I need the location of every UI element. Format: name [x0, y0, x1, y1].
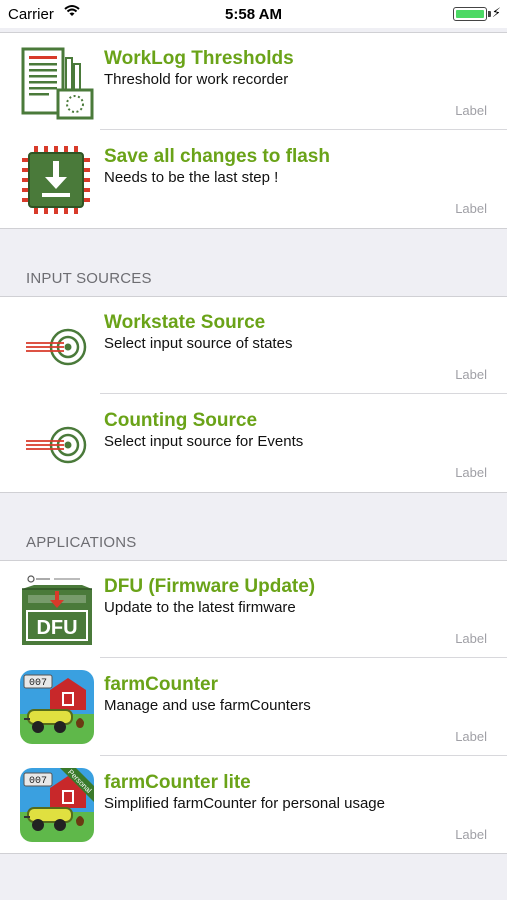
item-subtitle: Threshold for work recorder — [104, 71, 289, 88]
divider — [0, 492, 507, 493]
dfu-icon-text: DFU — [36, 617, 77, 639]
item-subtitle: Update to the latest firmware — [104, 599, 296, 616]
item-subtitle: Needs to be the last step ! — [104, 169, 279, 186]
item-title: farmCounter — [104, 674, 219, 695]
list-item-farmcounter[interactable]: 007 farmCounter Manage and use farmCount… — [0, 659, 507, 756]
row-separator — [100, 129, 507, 130]
row-separator — [100, 657, 507, 658]
item-title: Workstate Source — [104, 312, 266, 333]
list-item-worklog-thresholds[interactable]: WorkLog Thresholds Threshold for work re… — [0, 33, 507, 130]
row-separator — [100, 755, 507, 756]
dfu-box-icon: DFU — [22, 575, 92, 645]
section-header-input-sources: INPUT SOURCES — [26, 270, 152, 287]
item-detail-label: Label — [455, 465, 487, 480]
list-item-save-to-flash[interactable]: Save all changes to flash Needs to be th… — [0, 131, 507, 228]
target-arrow-icon — [26, 328, 87, 366]
item-detail-label: Label — [455, 729, 487, 744]
flash-chip-download-icon — [22, 146, 90, 214]
list-item-counting-source[interactable]: Counting Source Select input source for … — [0, 395, 507, 492]
worklog-document-icon — [21, 47, 94, 120]
battery-icon — [453, 7, 491, 21]
divider — [0, 228, 507, 229]
item-title: Save all changes to flash — [104, 146, 330, 167]
item-title: Counting Source — [104, 410, 258, 431]
list-item-farmcounter-lite[interactable]: 007 Personal farmCounter lite Simplified… — [0, 757, 507, 854]
item-subtitle: Select input source for Events — [104, 433, 304, 450]
item-detail-label: Label — [455, 827, 487, 842]
item-subtitle: Simplified farmCounter for personal usag… — [104, 795, 385, 812]
item-detail-label: Label — [455, 201, 487, 216]
charging-bolt-icon: ⚡︎ — [491, 5, 501, 20]
farmcounter-app-icon: 007 — [20, 670, 94, 744]
list-item-workstate-source[interactable]: Workstate Source Select input source of … — [0, 297, 507, 394]
item-subtitle: Select input source of states — [104, 335, 293, 352]
counter-digits: 007 — [29, 678, 47, 689]
row-separator — [100, 393, 507, 394]
item-detail-label: Label — [455, 103, 487, 118]
list-item-dfu-firmware-update[interactable]: DFU DFU (Firmware Update) Update to the … — [0, 561, 507, 658]
status-bar: Carrier 5:58 AM ⚡︎ — [0, 0, 507, 28]
section-header-applications: APPLICATIONS — [26, 534, 137, 551]
counter-digits: 007 — [29, 776, 47, 787]
item-subtitle: Manage and use farmCounters — [104, 697, 311, 714]
item-detail-label: Label — [455, 367, 487, 382]
item-detail-label: Label — [455, 631, 487, 646]
farmcounter-lite-app-icon: 007 Personal — [20, 768, 94, 842]
item-title: WorkLog Thresholds — [104, 48, 294, 69]
target-arrow-icon — [26, 426, 87, 464]
clock-time: 5:58 AM — [225, 6, 282, 23]
item-title: DFU (Firmware Update) — [104, 576, 316, 597]
item-title: farmCounter lite — [104, 772, 251, 793]
